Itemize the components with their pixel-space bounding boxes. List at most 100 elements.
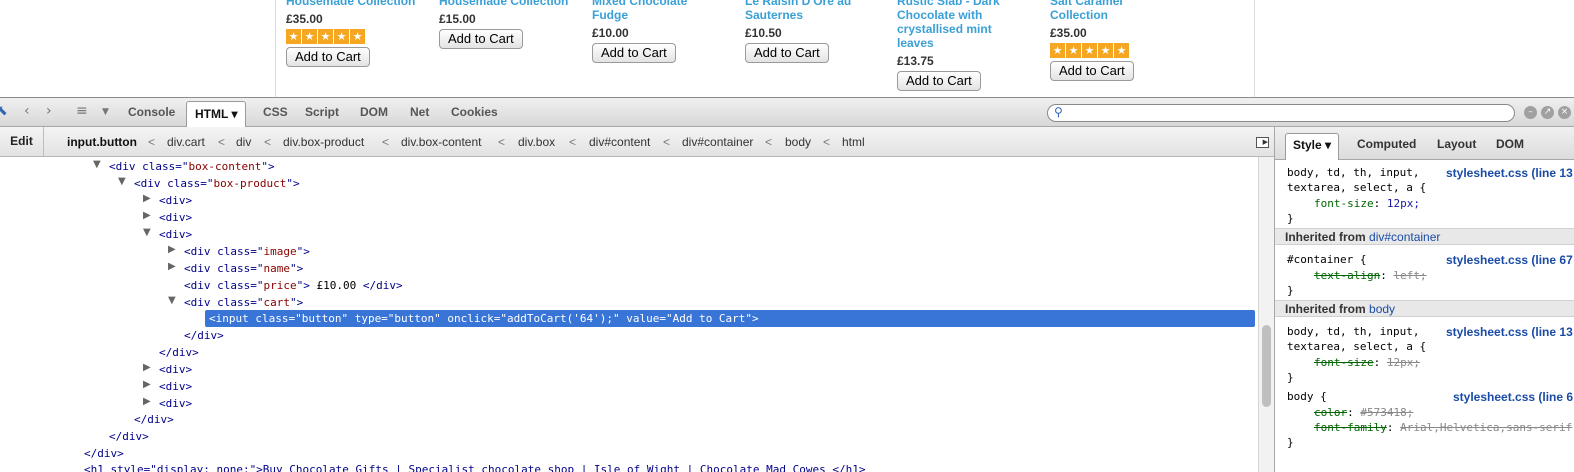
close-icon[interactable]: × <box>1558 106 1571 119</box>
forward-icon[interactable]: › <box>46 103 52 119</box>
tab-dom[interactable]: DOM <box>360 98 388 127</box>
tab-cookies[interactable]: Cookies <box>451 98 498 127</box>
edit-button[interactable]: Edit <box>0 127 44 156</box>
rule-close: } <box>1287 371 1294 384</box>
rule-source-link[interactable]: stylesheet.css (line 13 <box>1446 324 1573 340</box>
selected-tree-node[interactable]: <input class="button" type="button" oncl… <box>205 310 1255 327</box>
tree-node[interactable]: <div class="box-product"> <box>134 175 300 192</box>
tab-net[interactable]: Net <box>410 98 429 127</box>
product-name[interactable]: Sauternes <box>745 8 895 22</box>
breadcrumb-item[interactable]: div#container <box>682 127 753 156</box>
star-icon: ★ <box>1082 43 1097 58</box>
expanded-twisty-icon[interactable]: ▼ <box>168 295 176 306</box>
tree-node[interactable]: <div> <box>159 209 192 226</box>
inherited-selector-link[interactable]: div#container <box>1369 230 1440 244</box>
star-icon: ★ <box>286 29 301 44</box>
add-to-cart-button[interactable]: Add to Cart <box>439 29 523 49</box>
add-to-cart-button[interactable]: Add to Cart <box>592 43 676 63</box>
devtools-window: Housemade Collection £35.00 ★ ★ ★ ★ ★ Add to… <box>0 0 1574 472</box>
css-property[interactable]: font-size: 12px; <box>1314 196 1420 212</box>
breadcrumb-item[interactable]: div <box>236 127 251 156</box>
breadcrumb-separator: < <box>765 135 773 149</box>
expanded-twisty-icon[interactable]: ▼ <box>118 176 126 187</box>
product-name[interactable]: Salt Caramel <box>1050 0 1200 8</box>
product-name[interactable]: Chocolate with <box>897 8 1047 22</box>
collapsed-twisty-icon[interactable]: ▶ <box>143 396 151 407</box>
css-property-overridden[interactable]: font-family: Arial,Helvetica,sans-serif <box>1314 420 1572 436</box>
tree-node[interactable]: <div class="box-content"> <box>109 158 275 175</box>
product-name[interactable]: leaves <box>897 36 1047 50</box>
add-to-cart-button[interactable]: Add to Cart <box>897 71 981 91</box>
panel-toggle-icon[interactable]: ▶ <box>1256 137 1269 148</box>
tree-node[interactable]: <h1 style="display: none;">Buy Chocolate… <box>84 461 865 472</box>
css-property-overridden[interactable]: text-align: left; <box>1314 268 1427 284</box>
rule-selector: body { <box>1287 390 1327 403</box>
collapsed-twisty-icon[interactable]: ▶ <box>143 362 151 373</box>
tab-dom-side[interactable]: DOM <box>1496 127 1524 159</box>
inherited-selector-link[interactable]: body <box>1369 302 1395 316</box>
tab-style[interactable]: Style ▾ <box>1285 133 1340 160</box>
product-name[interactable]: Housemade Collection <box>439 0 589 8</box>
product-name[interactable]: Mixed Chocolate <box>592 0 742 8</box>
breadcrumb-item[interactable]: html <box>842 127 865 156</box>
collapsed-twisty-icon[interactable]: ▶ <box>143 193 151 204</box>
add-to-cart-button[interactable]: Add to Cart <box>745 43 829 63</box>
chevron-down-icon[interactable]: ▼ <box>102 107 109 117</box>
breadcrumb-item[interactable]: div.box-content <box>401 127 482 156</box>
breadcrumb-item[interactable]: div.cart <box>167 127 205 156</box>
breadcrumb-item[interactable]: div#content <box>589 127 650 156</box>
product-name[interactable]: Rustic Slab - Dark <box>897 0 1047 8</box>
tree-node[interactable]: </div> <box>109 428 149 445</box>
breadcrumb-item[interactable]: div.box-product <box>283 127 364 156</box>
tree-node[interactable]: <div> <box>159 378 192 395</box>
collapsed-twisty-icon[interactable]: ▶ <box>143 379 151 390</box>
collapsed-twisty-icon[interactable]: ▶ <box>168 244 176 255</box>
tree-node[interactable]: <div> <box>159 361 192 378</box>
menu-icon[interactable]: ≡ <box>76 103 88 119</box>
back-icon[interactable]: ‹ <box>24 103 30 119</box>
tree-node[interactable]: <div class="name"> <box>184 260 303 277</box>
add-to-cart-button[interactable]: Add to Cart <box>286 47 370 67</box>
breadcrumb-item[interactable]: body <box>785 127 811 156</box>
tree-node[interactable]: <div> <box>159 226 192 243</box>
tree-node[interactable]: </div> <box>159 344 199 361</box>
collapsed-twisty-icon[interactable]: ▶ <box>143 210 151 221</box>
tab-layout[interactable]: Layout <box>1437 127 1476 159</box>
collapsed-twisty-icon[interactable]: ▶ <box>168 261 176 272</box>
tree-node[interactable]: </div> <box>134 411 174 428</box>
search-input[interactable]: ⚲ <box>1047 104 1515 122</box>
tree-scrollbar[interactable] <box>1258 157 1274 472</box>
rule-source-link[interactable]: stylesheet.css (line 67 <box>1446 252 1573 268</box>
breadcrumb-item[interactable]: div.box <box>518 127 555 156</box>
product-name[interactable]: crystallised mint <box>897 22 1047 36</box>
tab-console[interactable]: Console <box>128 98 175 127</box>
css-property-overridden[interactable]: font-size: 12px; <box>1314 355 1420 371</box>
tab-computed[interactable]: Computed <box>1357 127 1416 159</box>
rule-source-link[interactable]: stylesheet.css (line 13 <box>1446 165 1573 181</box>
rule-source-link[interactable]: stylesheet.css (line 6 <box>1453 389 1573 405</box>
tab-script[interactable]: Script <box>305 98 339 127</box>
product-name[interactable]: Housemade Collection <box>286 0 436 8</box>
minimize-icon[interactable]: – <box>1524 106 1537 119</box>
scrollbar-thumb[interactable] <box>1262 325 1271 407</box>
product-name[interactable]: Collection <box>1050 8 1200 22</box>
detach-icon[interactable]: ↗ <box>1541 106 1554 119</box>
css-property-overridden[interactable]: color: #573418; <box>1314 405 1413 421</box>
product-name[interactable]: Le Raisin D'Ore au <box>745 0 895 8</box>
tab-css[interactable]: CSS <box>263 98 288 127</box>
tab-html[interactable]: HTML ▾ <box>186 101 247 128</box>
tree-node[interactable]: <div> <box>159 192 192 209</box>
tree-node[interactable]: </div> <box>184 327 224 344</box>
tree-node[interactable]: <div class="image"> <box>184 243 310 260</box>
tree-node[interactable]: <div class="cart"> <box>184 294 303 311</box>
add-to-cart-button[interactable]: Add to Cart <box>1050 61 1134 81</box>
tree-node[interactable]: <div> <box>159 395 192 412</box>
expanded-twisty-icon[interactable]: ▼ <box>93 159 101 170</box>
tree-node[interactable]: </div> <box>84 445 124 462</box>
expanded-twisty-icon[interactable]: ▼ <box>143 227 151 238</box>
tree-node[interactable]: <div class="price"> £10.00 </div> <box>184 277 403 294</box>
inspect-icon[interactable]: ⬉ <box>0 103 8 119</box>
product-name[interactable]: Fudge <box>592 8 742 22</box>
product-card: Rustic Slab - Dark Chocolate with crysta… <box>897 0 1047 91</box>
breadcrumb-item[interactable]: input.button <box>67 127 137 156</box>
